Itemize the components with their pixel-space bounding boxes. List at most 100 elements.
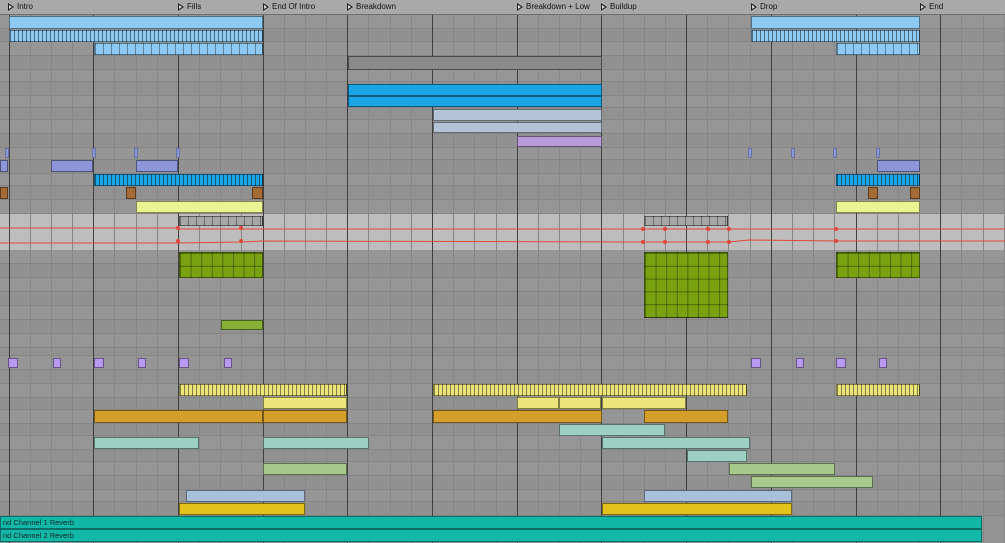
clip-perc[interactable] <box>877 160 920 172</box>
clip-lead[interactable] <box>559 397 601 409</box>
clip-breakdown-layer[interactable] <box>433 109 602 121</box>
clip-pad[interactable] <box>836 43 920 55</box>
clip-vox[interactable] <box>94 358 104 368</box>
clip-fx[interactable] <box>0 187 8 199</box>
clip-top-strip[interactable] <box>9 16 263 29</box>
clip-fragment[interactable] <box>876 148 880 158</box>
clip-fragment[interactable] <box>791 148 795 158</box>
clip-vox[interactable] <box>796 358 804 368</box>
arrangement-view[interactable]: Intro Fills End Of Intro Breakdown Break… <box>0 0 1005 543</box>
locator-ruler[interactable]: Intro Fills End Of Intro Breakdown Break… <box>0 0 1005 15</box>
locator-fills[interactable]: Fills <box>178 0 201 14</box>
clip-vox[interactable] <box>879 358 887 368</box>
clip-fragment[interactable] <box>748 148 752 158</box>
clip-pad[interactable] <box>94 43 263 55</box>
clip-breakdown-layer[interactable] <box>433 122 602 133</box>
track-lane[interactable] <box>0 356 1005 370</box>
clip-sub[interactable] <box>644 490 792 502</box>
clip-bass[interactable] <box>836 384 920 396</box>
track-lane[interactable] <box>0 502 1005 516</box>
clip-chord[interactable] <box>179 252 263 278</box>
clip-chord[interactable] <box>836 252 920 278</box>
clip-fx[interactable] <box>126 187 136 199</box>
clip-strings[interactable] <box>602 437 750 449</box>
track-lane[interactable] <box>0 490 1005 502</box>
track-lane[interactable] <box>0 306 1005 320</box>
track-lane[interactable] <box>0 186 1005 200</box>
clip-strings[interactable] <box>559 424 665 436</box>
return-track-b-reverb[interactable]: nd Channel 2 Reverb <box>0 529 982 542</box>
locator-breakdown[interactable]: Breakdown <box>347 0 396 14</box>
track-lane[interactable] <box>0 334 1005 348</box>
clip-stab[interactable] <box>221 320 263 330</box>
clip-perc[interactable] <box>0 160 8 172</box>
clip-vox[interactable] <box>751 358 761 368</box>
clip-fx[interactable] <box>868 187 878 199</box>
clip-fx[interactable] <box>252 187 263 199</box>
track-lane[interactable] <box>0 148 1005 160</box>
clip-vox[interactable] <box>179 358 189 368</box>
track-lane[interactable] <box>0 292 1005 306</box>
clip-lead[interactable] <box>517 397 559 409</box>
clip-thin[interactable] <box>348 56 602 70</box>
track-lane[interactable] <box>0 424 1005 436</box>
clip-lead[interactable] <box>263 397 347 409</box>
clip-fragment[interactable] <box>833 148 837 158</box>
clip-keys[interactable] <box>644 410 728 423</box>
clip-top-strip[interactable] <box>751 16 920 29</box>
clip-impact[interactable] <box>602 503 792 515</box>
clip-fragment[interactable] <box>176 148 180 158</box>
clip-vox[interactable] <box>224 358 232 368</box>
clip-riser[interactable] <box>136 201 263 213</box>
clip-sub[interactable] <box>186 490 305 502</box>
locator-buildup[interactable]: Buildup <box>601 0 637 14</box>
clip-breakdown-low[interactable] <box>517 136 602 147</box>
clip-hats[interactable] <box>751 30 920 42</box>
locator-intro[interactable]: Intro <box>8 0 33 14</box>
clip-keys[interactable] <box>94 410 263 423</box>
locator-drop[interactable]: Drop <box>751 0 777 14</box>
clip-arp[interactable] <box>94 174 263 186</box>
track-lane[interactable] <box>0 462 1005 476</box>
clip-breakdown[interactable] <box>348 84 602 96</box>
track-lane[interactable] <box>0 70 1005 82</box>
clip-arp[interactable] <box>836 174 920 186</box>
clip-strings[interactable] <box>263 437 369 449</box>
clip-strings[interactable] <box>94 437 199 449</box>
clip-keys[interactable] <box>433 410 602 423</box>
locator-end[interactable]: End <box>920 0 943 14</box>
clip-fragment[interactable] <box>134 148 138 158</box>
track-lane[interactable] <box>0 278 1005 292</box>
clip-fragment[interactable] <box>92 148 96 158</box>
clip-chord[interactable] <box>644 252 728 318</box>
clip-vox[interactable] <box>836 358 846 368</box>
automation-lane[interactable] <box>0 214 1005 250</box>
clip-keys[interactable] <box>263 410 347 423</box>
clip-texture[interactable] <box>729 463 835 475</box>
clip-lead[interactable] <box>602 397 686 409</box>
clip-fx[interactable] <box>910 187 920 199</box>
clip-hats[interactable] <box>9 30 263 42</box>
locator-end-of-intro[interactable]: End Of Intro <box>263 0 315 14</box>
clip-automation-block[interactable] <box>179 216 263 226</box>
locator-breakdown-low[interactable]: Breakdown + Low <box>517 0 590 14</box>
clip-strings[interactable] <box>687 450 747 462</box>
clip-bass[interactable] <box>433 384 747 396</box>
clip-texture[interactable] <box>263 463 347 475</box>
clip-vox[interactable] <box>53 358 61 368</box>
clip-perc[interactable] <box>51 160 93 172</box>
clip-bass[interactable] <box>179 384 347 396</box>
clip-automation-block[interactable] <box>644 216 728 226</box>
track-lane[interactable] <box>0 348 1005 356</box>
clip-impact[interactable] <box>179 503 305 515</box>
track-lane[interactable] <box>0 370 1005 384</box>
track-lane[interactable] <box>0 398 1005 410</box>
clip-texture[interactable] <box>751 476 873 488</box>
clip-fragment[interactable] <box>5 148 9 158</box>
track-lane[interactable] <box>0 134 1005 148</box>
clip-breakdown[interactable] <box>348 96 602 107</box>
track-lane[interactable] <box>0 320 1005 334</box>
return-track-a-reverb[interactable]: nd Channel 1 Reverb <box>0 516 982 529</box>
clip-perc[interactable] <box>136 160 178 172</box>
clip-vox[interactable] <box>138 358 146 368</box>
